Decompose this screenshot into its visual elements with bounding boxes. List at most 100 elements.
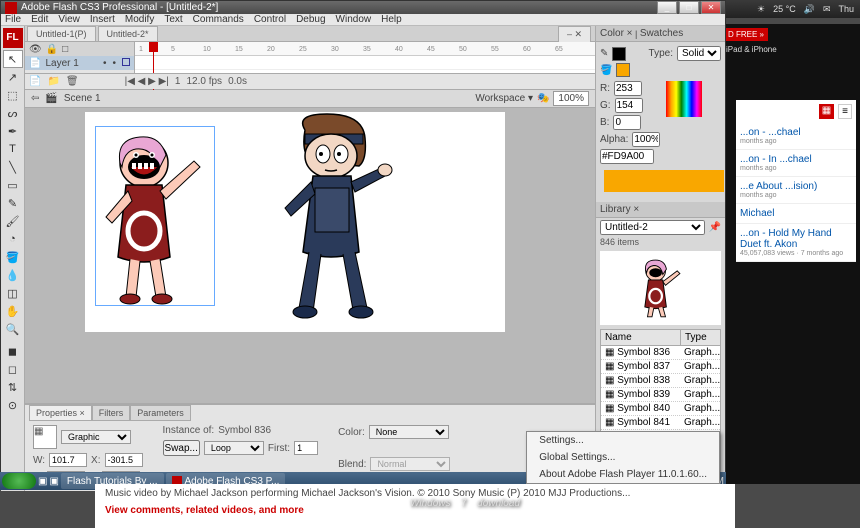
context-global-settings[interactable]: Global Settings... bbox=[527, 449, 719, 466]
selection-tool[interactable]: ↖ bbox=[3, 50, 23, 68]
context-about[interactable]: About Adobe Flash Player 11.0.1.60... bbox=[527, 466, 719, 483]
alpha-input[interactable] bbox=[632, 132, 660, 147]
swap-button[interactable]: Swap... bbox=[163, 440, 200, 456]
frame-track[interactable] bbox=[135, 56, 595, 70]
library-item[interactable]: ▦ Symbol 840Graph... bbox=[601, 402, 720, 416]
stroke-swatch-icon[interactable]: ✎ bbox=[600, 48, 608, 59]
line-tool[interactable]: ╲ bbox=[3, 158, 23, 176]
fill-swatch[interactable] bbox=[616, 63, 630, 77]
menu-help[interactable]: Help bbox=[381, 14, 402, 25]
menu-window[interactable]: Window bbox=[336, 14, 372, 25]
grid-view-icon[interactable]: ▦ bbox=[819, 104, 834, 119]
related-video[interactable]: ...on - Hold My Hand Duet ft. Akon45,057… bbox=[736, 224, 856, 262]
outline-icon[interactable]: □ bbox=[62, 44, 68, 55]
workspace-dropdown[interactable]: Workspace ▾ bbox=[475, 93, 533, 104]
stroke-swatch[interactable] bbox=[612, 47, 626, 61]
eraser-tool[interactable]: ◫ bbox=[3, 284, 23, 302]
menu-text[interactable]: Text bbox=[164, 14, 182, 25]
snap-option[interactable]: ⊙ bbox=[3, 396, 23, 414]
fill-swatch-icon[interactable]: 🪣 bbox=[600, 65, 612, 76]
view-comments-link[interactable]: View comments, related videos, and more bbox=[105, 505, 725, 516]
color-tab[interactable]: Color × bbox=[600, 28, 633, 39]
related-video[interactable]: ...on - In ...chaelmonths ago bbox=[736, 150, 856, 177]
doc-tab-2[interactable]: Untitled-2* bbox=[98, 26, 158, 41]
swap-colors-icon[interactable]: ⇅ bbox=[3, 378, 23, 396]
pen-tool[interactable]: ✒ bbox=[3, 122, 23, 140]
library-item[interactable]: ▦ Symbol 838Graph... bbox=[601, 374, 720, 388]
tab-filters[interactable]: Filters bbox=[92, 405, 131, 421]
panel-collapse-icon[interactable]: – ✕ bbox=[558, 26, 591, 42]
width-input[interactable] bbox=[49, 453, 87, 467]
ink-bottle-tool[interactable]: ◔ bbox=[3, 230, 23, 248]
related-video[interactable]: ...e About ...ision)months ago bbox=[736, 177, 856, 204]
menu-view[interactable]: View bbox=[58, 14, 80, 25]
color-picker[interactable] bbox=[666, 81, 702, 117]
free-transform-tool[interactable]: ⬚ bbox=[3, 86, 23, 104]
blend-select[interactable]: Normal bbox=[370, 457, 450, 471]
start-button[interactable] bbox=[2, 473, 36, 489]
x-input[interactable] bbox=[105, 453, 143, 467]
titlebar[interactable]: Adobe Flash CS3 Professional - [Untitled… bbox=[1, 1, 725, 14]
frame-ruler[interactable]: 15101520253035404550556065 bbox=[135, 42, 595, 56]
library-tab[interactable]: Library × bbox=[600, 204, 639, 215]
r-input[interactable] bbox=[614, 81, 642, 96]
pin-icon[interactable]: 📌 bbox=[709, 222, 721, 233]
delete-layer-icon[interactable]: 🗑 bbox=[66, 76, 79, 87]
color-effect-select[interactable]: None bbox=[369, 425, 449, 439]
pencil-tool[interactable]: ✎ bbox=[3, 194, 23, 212]
layer-row[interactable]: 📄 Layer 1 •• bbox=[25, 56, 134, 70]
new-folder-icon[interactable]: 📁 bbox=[47, 76, 59, 87]
related-video[interactable]: Michael bbox=[736, 204, 856, 224]
character-2[interactable] bbox=[255, 112, 405, 322]
menu-modify[interactable]: Modify bbox=[125, 14, 154, 25]
stage[interactable] bbox=[85, 112, 505, 332]
stage-area[interactable] bbox=[25, 108, 595, 403]
doc-tab-1[interactable]: Untitled-1(P) bbox=[27, 26, 96, 41]
paint-bucket-tool[interactable]: 🪣 bbox=[3, 248, 23, 266]
hex-input[interactable] bbox=[600, 149, 654, 164]
back-icon[interactable]: ⇦ bbox=[31, 93, 39, 104]
menu-commands[interactable]: Commands bbox=[193, 14, 244, 25]
name-column[interactable]: Name bbox=[601, 330, 680, 345]
free-button[interactable]: D FREE » bbox=[724, 28, 768, 41]
rectangle-tool[interactable]: ▭ bbox=[3, 176, 23, 194]
fill-color[interactable]: ◻ bbox=[3, 360, 23, 378]
menu-edit[interactable]: Edit bbox=[31, 14, 48, 25]
list-view-icon[interactable]: ≡ bbox=[838, 104, 852, 119]
related-video[interactable]: ...on - ...chaelmonths ago bbox=[736, 123, 856, 150]
close-button[interactable]: ✕ bbox=[701, 1, 721, 14]
quick-launch-icon[interactable]: ▣ bbox=[49, 476, 58, 487]
menu-debug[interactable]: Debug bbox=[296, 14, 325, 25]
library-item[interactable]: ▦ Symbol 841Graph... bbox=[601, 416, 720, 430]
subselection-tool[interactable]: ↗ bbox=[3, 68, 23, 86]
brush-tool[interactable]: 🖌 bbox=[3, 212, 23, 230]
menu-insert[interactable]: Insert bbox=[90, 14, 115, 25]
menu-file[interactable]: File bbox=[5, 14, 21, 25]
loop-select[interactable]: Loop bbox=[204, 441, 264, 455]
instance-type-select[interactable]: Graphic bbox=[61, 430, 131, 444]
menu-control[interactable]: Control bbox=[254, 14, 286, 25]
scene-name[interactable]: Scene 1 bbox=[64, 93, 101, 104]
tab-properties[interactable]: Properties × bbox=[29, 405, 92, 421]
library-item[interactable]: ▦ Symbol 836Graph... bbox=[601, 346, 720, 360]
b-input[interactable] bbox=[613, 115, 641, 130]
fill-type-select[interactable]: Solid bbox=[677, 46, 721, 61]
library-doc-select[interactable]: Untitled-2 bbox=[600, 220, 705, 235]
g-input[interactable] bbox=[615, 98, 643, 113]
lock-icon[interactable]: 🔒 bbox=[46, 44, 58, 55]
maximize-button[interactable]: □ bbox=[679, 1, 699, 14]
selected-symbol[interactable] bbox=[95, 126, 215, 306]
zoom-tool[interactable]: 🔍 bbox=[3, 320, 23, 338]
lasso-tool[interactable]: ᔕ bbox=[3, 104, 23, 122]
text-tool[interactable]: T bbox=[3, 140, 23, 158]
first-frame-input[interactable] bbox=[294, 441, 318, 455]
type-column[interactable]: Type bbox=[680, 330, 720, 345]
minimize-button[interactable]: _ bbox=[657, 1, 677, 14]
swatches-tab[interactable]: Swatches bbox=[640, 28, 683, 39]
stroke-color[interactable]: ◼ bbox=[3, 342, 23, 360]
library-item[interactable]: ▦ Symbol 837Graph... bbox=[601, 360, 720, 374]
context-settings[interactable]: Settings... bbox=[527, 432, 719, 449]
new-layer-icon[interactable]: 📄 bbox=[29, 76, 41, 87]
symbol-edit-icon[interactable]: 🎭 bbox=[537, 93, 549, 104]
zoom-dropdown[interactable]: 100% bbox=[553, 91, 589, 106]
